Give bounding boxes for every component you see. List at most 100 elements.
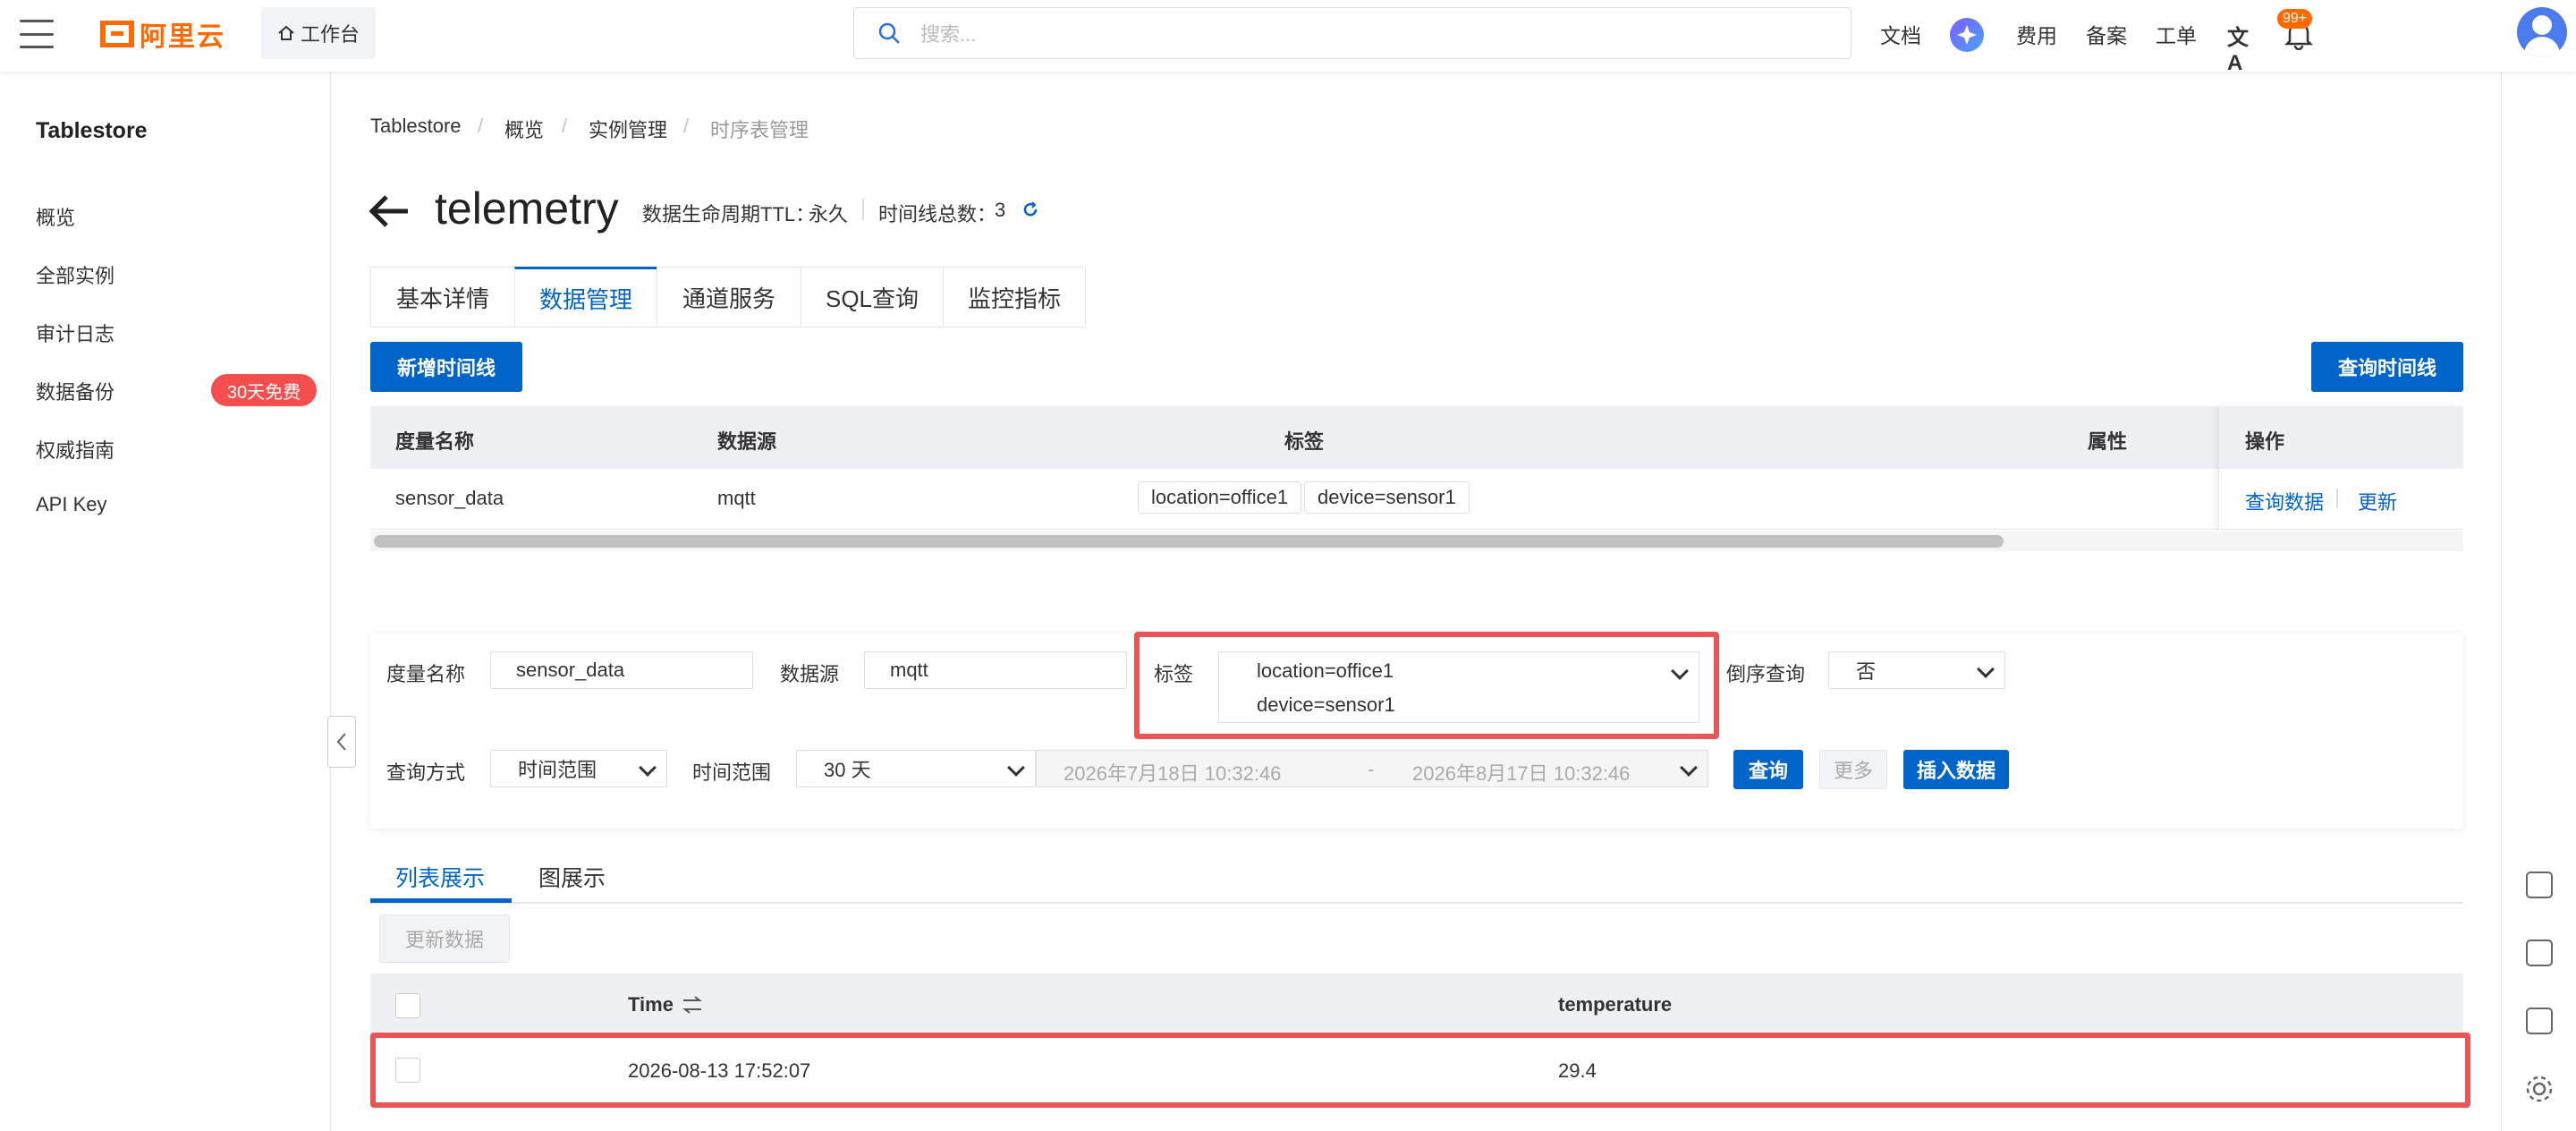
breadcrumb-separator: / — [562, 115, 568, 137]
mode-label: 查询方式 — [386, 761, 466, 784]
sidebar-item-backup[interactable]: 数据备份 — [36, 377, 114, 405]
col-time[interactable]: Time — [628, 993, 674, 1016]
gear-icon[interactable] — [2524, 1074, 2555, 1104]
chevron-down-icon — [1671, 662, 1689, 680]
horizontal-scrollbar[interactable] — [374, 535, 2004, 548]
more-button[interactable]: 更多 — [1819, 750, 1887, 789]
col-tags: 标签 — [1284, 430, 1325, 453]
code-icon[interactable] — [2526, 940, 2553, 966]
reverse-label: 倒序查询 — [1726, 663, 1806, 685]
source-cell: mqtt — [717, 487, 756, 509]
search-placeholder: 搜索... — [920, 23, 977, 46]
nav-ticket[interactable]: 工单 — [2156, 13, 2197, 55]
add-timeline-button[interactable]: 新增时间线 — [370, 342, 522, 392]
ops-divider — [2336, 489, 2338, 508]
date-end: 2026年8月17日 10:32:46 — [1412, 762, 1631, 785]
sidebar-item-guide[interactable]: 权威指南 — [36, 435, 114, 463]
menu-icon[interactable] — [20, 20, 54, 48]
chevron-down-icon — [1977, 660, 1995, 678]
top-bar: 阿里云 工作台 搜索... 文档 费用 备案 工单 文A 99+ — [0, 0, 2576, 75]
nav-icp[interactable]: 备案 — [2086, 13, 2127, 55]
timeline-count-value: 3 — [995, 199, 1006, 221]
tag-chip: device=sensor1 — [1304, 481, 1470, 514]
breadcrumb-tablestore[interactable]: Tablestore — [370, 115, 462, 138]
language-icon[interactable]: 文A — [2227, 20, 2256, 75]
date-range-picker[interactable]: 2026年7月18日 10:32:46 - 2026年8月17日 10:32:4… — [1036, 750, 1708, 787]
tab-basic-details[interactable]: 基本详情 — [370, 267, 515, 327]
col-source: 数据源 — [717, 430, 777, 453]
ai-assistant-icon[interactable] — [1950, 18, 1984, 52]
chevron-left-icon — [336, 733, 346, 751]
sidebar-title: Tablestore — [36, 118, 148, 143]
range-value: 30 天 — [824, 759, 871, 781]
nav-billing[interactable]: 费用 — [2016, 13, 2057, 55]
sidebar-item-all-instances[interactable]: 全部实例 — [36, 260, 114, 289]
range-select[interactable]: 30 天 — [796, 750, 1036, 787]
tab-data-management[interactable]: 数据管理 — [514, 267, 657, 327]
tab-list-view[interactable]: 列表展示 — [395, 861, 485, 893]
search-input[interactable]: 搜索... — [853, 7, 1852, 59]
breadcrumb-separator: / — [478, 115, 484, 137]
sidebar-item-api-key[interactable]: API Key — [36, 493, 106, 516]
tab-tunnel-service[interactable]: 通道服务 — [657, 267, 801, 327]
sidebar-item-overview[interactable]: 概览 — [36, 202, 75, 231]
range-label: 时间范围 — [692, 761, 772, 784]
result-tabs-divider — [370, 902, 2463, 904]
sidebar-collapse-button[interactable] — [327, 716, 356, 768]
tag-chip: location=office1 — [1138, 481, 1302, 514]
insert-data-button[interactable]: 插入数据 — [1903, 750, 2009, 789]
ttl-label: 数据生命周期TTL： — [642, 203, 816, 225]
workbench-button[interactable]: 工作台 — [261, 7, 376, 59]
update-link[interactable]: 更新 — [2358, 487, 2397, 515]
reverse-value: 否 — [1856, 660, 1877, 683]
query-timeline-button[interactable]: 查询时间线 — [2311, 342, 2463, 392]
back-arrow-icon[interactable] — [369, 190, 411, 233]
header-divider — [862, 199, 864, 220]
tab-chart-view[interactable]: 图展示 — [538, 861, 606, 893]
query-data-link[interactable]: 查询数据 — [2245, 487, 2324, 515]
nav-docs[interactable]: 文档 — [1880, 13, 1921, 55]
breadcrumb-separator: / — [683, 115, 690, 137]
col-measure: 度量名称 — [395, 430, 475, 453]
date-separator: - — [1368, 758, 1375, 780]
reverse-select[interactable]: 否 — [1828, 651, 2005, 689]
tags-select[interactable]: location=office1 device=sensor1 — [1218, 651, 1699, 723]
measure-input[interactable]: sensor_data — [490, 651, 753, 689]
tag-option: location=office1 — [1257, 659, 1394, 682]
home-icon — [278, 25, 294, 40]
row-checkbox[interactable] — [395, 1058, 420, 1083]
tab-sql-query[interactable]: SQL查询 — [801, 267, 944, 327]
mode-select[interactable]: 时间范围 — [490, 750, 667, 787]
date-start: 2026年7月18日 10:32:46 — [1063, 762, 1282, 785]
logo-text: 阿里云 — [140, 22, 225, 52]
document-icon[interactable] — [2526, 872, 2553, 898]
measure-label: 度量名称 — [386, 663, 466, 685]
source-input[interactable]: mqtt — [864, 651, 1127, 689]
tab-monitoring[interactable]: 监控指标 — [943, 267, 1086, 327]
measure-cell: sensor_data — [395, 487, 504, 509]
page-title: telemetry — [435, 183, 619, 234]
workbench-label: 工作台 — [300, 23, 360, 46]
chevron-down-icon — [639, 759, 657, 777]
aliyun-logo-mark — [100, 21, 134, 47]
terminal-icon[interactable] — [2526, 1008, 2553, 1034]
avatar[interactable] — [2517, 7, 2567, 57]
sort-icon[interactable] — [682, 995, 703, 1015]
breadcrumb-overview[interactable]: 概览 — [504, 115, 544, 143]
detail-tabs: 基本详情 数据管理 通道服务 SQL查询 监控指标 — [370, 267, 1086, 327]
temperature-cell: 29.4 — [1558, 1059, 1597, 1082]
search-icon — [878, 22, 900, 44]
ttl-value: 永久 — [809, 203, 849, 225]
query-button[interactable]: 查询 — [1733, 750, 1803, 789]
timeline-count-label: 时间线总数： — [878, 203, 997, 225]
time-cell: 2026-08-13 17:52:07 — [628, 1059, 811, 1082]
col-temperature: temperature — [1558, 993, 1673, 1016]
breadcrumb-instances[interactable]: 实例管理 — [589, 115, 667, 143]
refresh-icon[interactable] — [1021, 200, 1039, 218]
select-all-checkbox[interactable] — [395, 993, 420, 1018]
aliyun-logo[interactable]: 阿里云 — [100, 16, 225, 52]
chevron-down-icon — [1680, 759, 1698, 777]
tags-label: 标签 — [1154, 663, 1194, 685]
refresh-data-button[interactable]: 更新数据 — [379, 914, 510, 963]
sidebar-item-audit-log[interactable]: 审计日志 — [36, 319, 114, 347]
